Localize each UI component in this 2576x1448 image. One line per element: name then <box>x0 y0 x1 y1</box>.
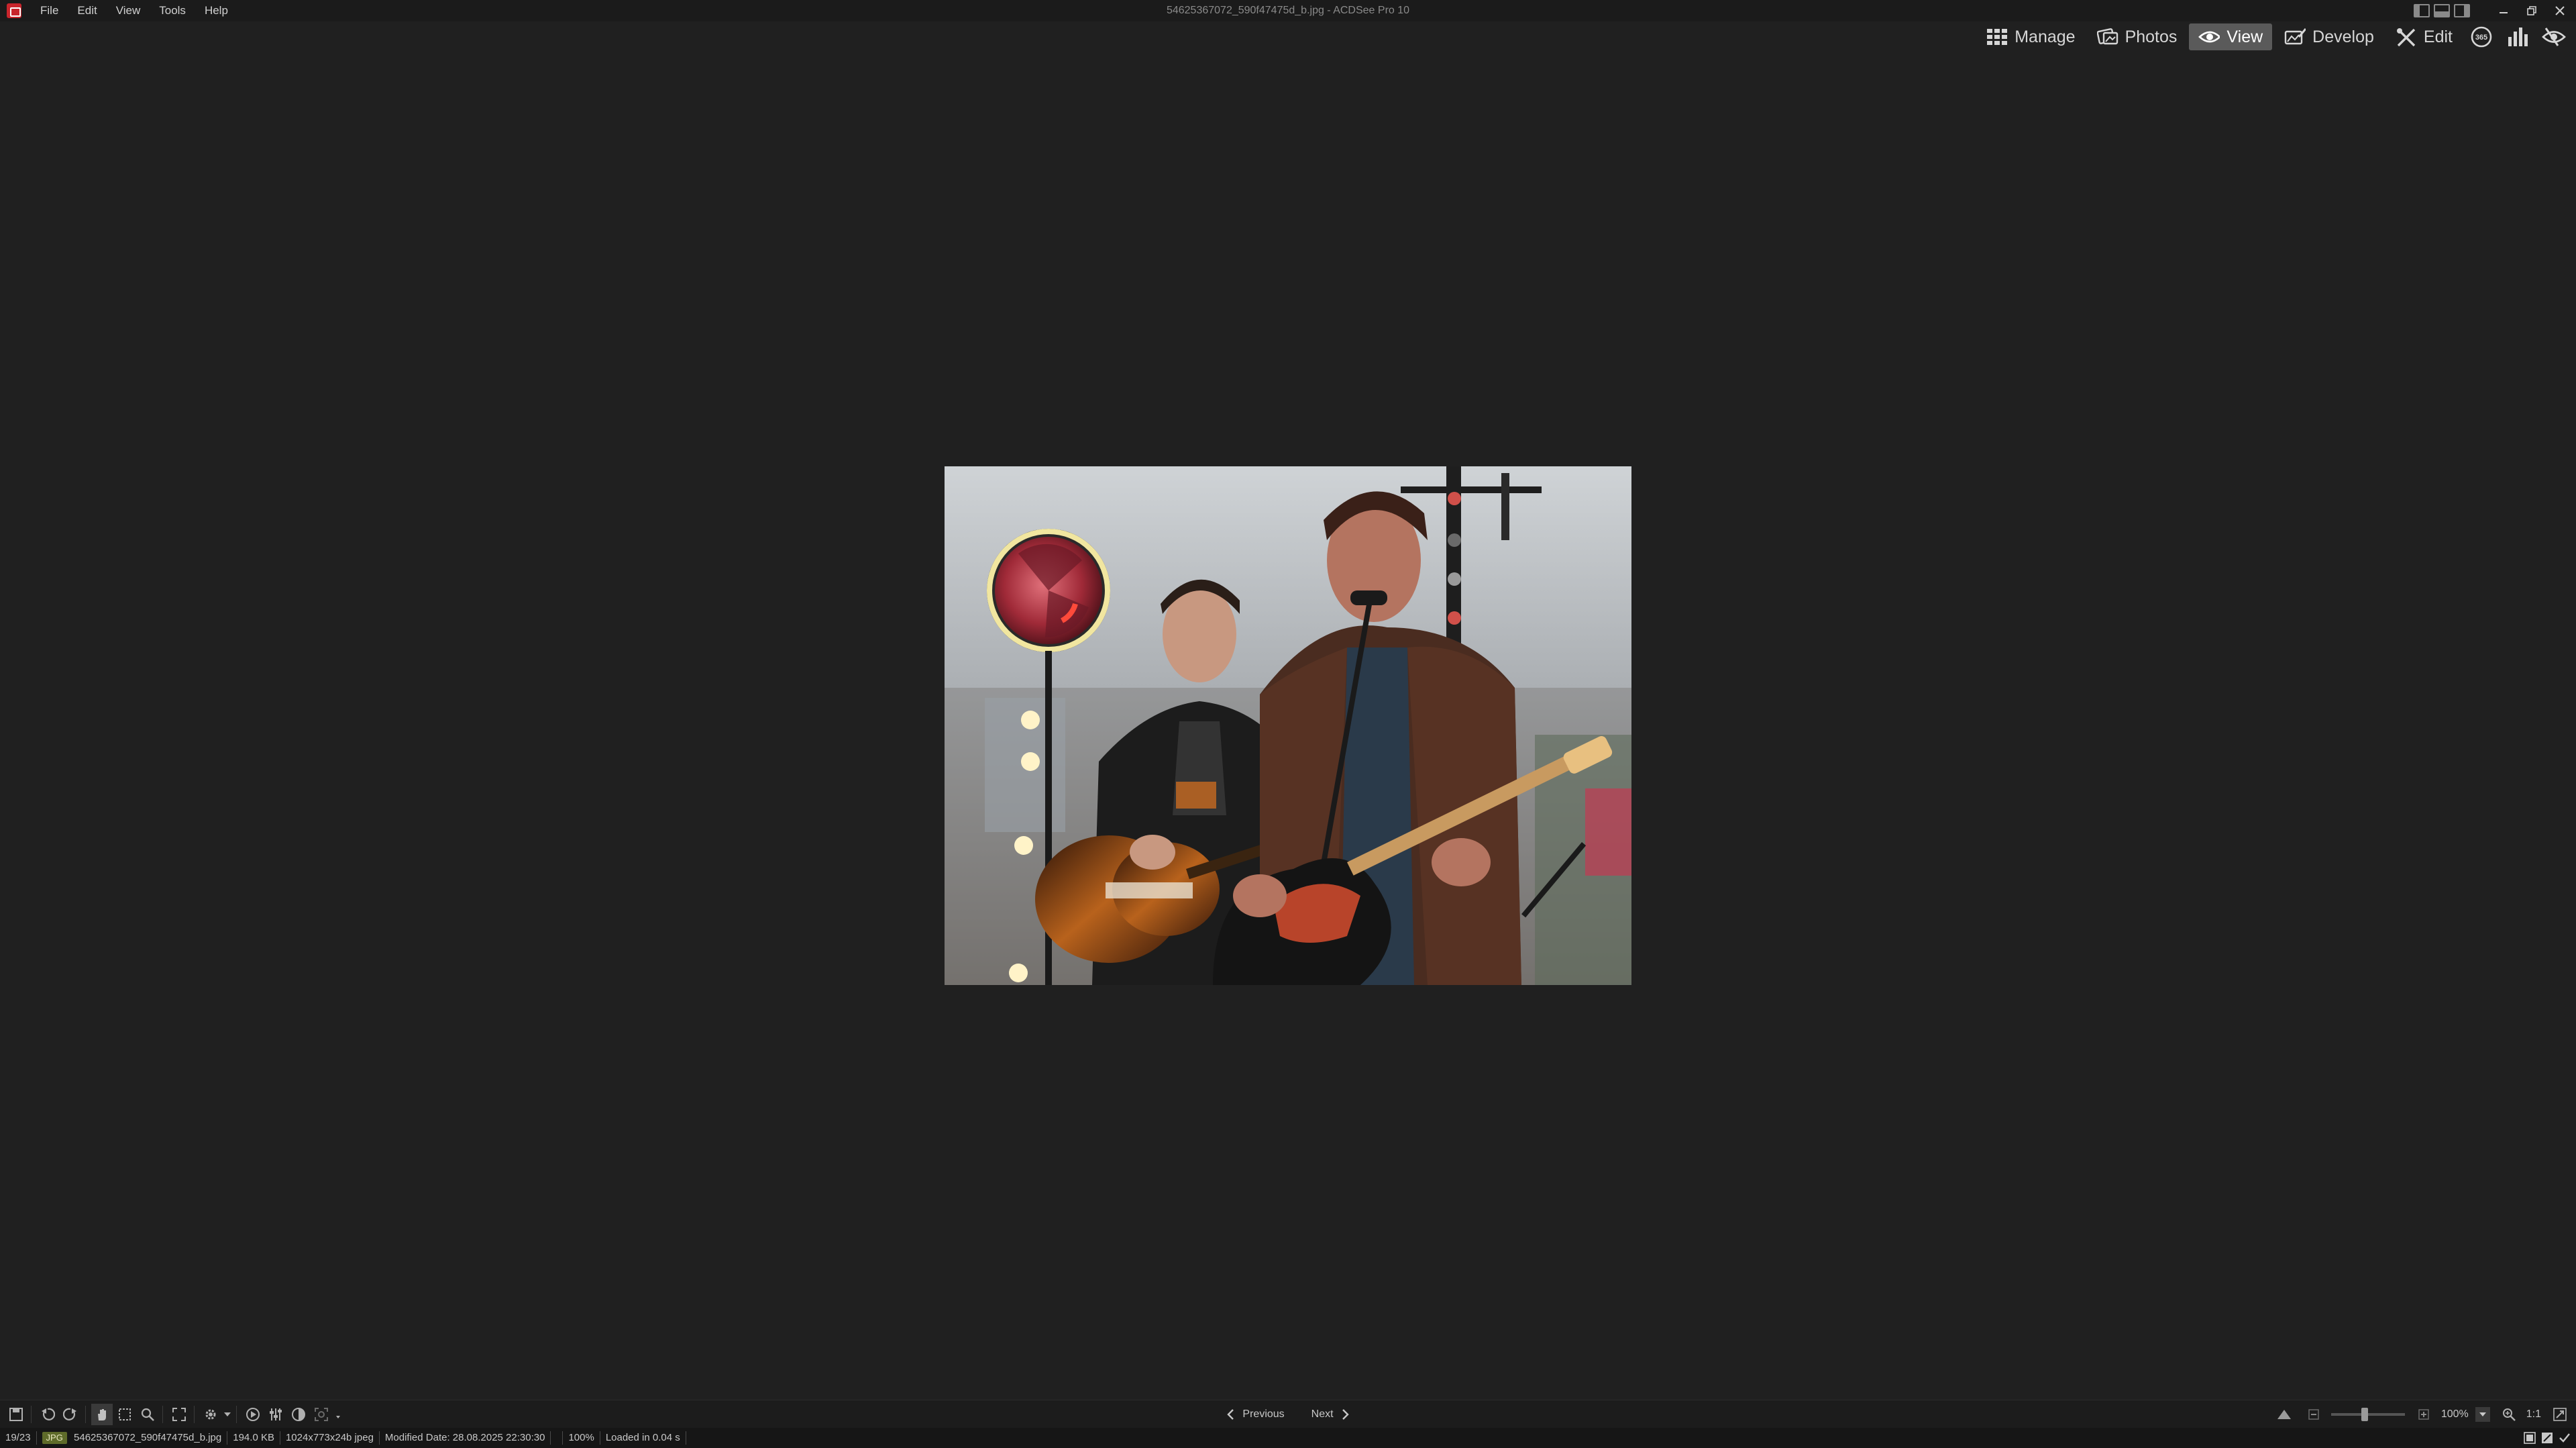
mode-view-label: View <box>2226 27 2263 46</box>
face-detect-icon[interactable] <box>311 1404 332 1425</box>
menu-help[interactable]: Help <box>195 0 237 21</box>
photos-icon <box>2096 28 2118 46</box>
menu-view[interactable]: View <box>107 0 150 21</box>
mode-edit-label: Edit <box>2423 27 2453 46</box>
rotate-right-icon[interactable] <box>60 1404 81 1425</box>
dashboard-button[interactable] <box>2501 23 2534 50</box>
file-info: JPG 54625367072_590f47475d_b.jpg <box>37 1431 228 1445</box>
file-size: 194.0 KB <box>227 1431 280 1445</box>
menu-tools[interactable]: Tools <box>150 0 195 21</box>
mode-manage-button[interactable]: Manage <box>1977 23 2084 50</box>
grid-icon <box>1986 28 2008 46</box>
status-bar: 19/23 JPG 54625367072_590f47475d_b.jpg 1… <box>0 1428 2576 1448</box>
rotate-left-icon[interactable] <box>37 1404 58 1425</box>
develop-icon <box>2284 28 2306 46</box>
acdsee-window: File Edit View Tools Help 54625367072_59… <box>0 0 2576 1448</box>
restore-button[interactable] <box>2520 0 2544 21</box>
mode-edit-button[interactable]: Edit <box>2386 23 2462 50</box>
mode-develop-label: Develop <box>2312 27 2374 46</box>
zoom-value[interactable]: 100% <box>2441 1408 2469 1420</box>
edit-pencil-icon[interactable] <box>2540 1431 2555 1445</box>
zoom-controls: 100% 1:1 <box>2272 1400 2571 1429</box>
navigation-group: Previous Next <box>0 1400 2576 1429</box>
previous-label: Previous <box>1242 1408 1285 1420</box>
adjust-levels-icon[interactable] <box>265 1404 286 1425</box>
mode-view-button[interactable]: View <box>2189 23 2273 50</box>
eye-slash-icon <box>2542 28 2566 46</box>
next-button[interactable]: Next <box>1311 1408 1350 1420</box>
filmstrip-toggle-icon[interactable] <box>2273 1404 2295 1425</box>
toolbar-divider <box>31 1405 32 1423</box>
dashboard-365-button[interactable]: 365 <box>2465 23 2498 50</box>
toolbar-divider <box>194 1405 195 1423</box>
zoom-slider[interactable] <box>2330 1408 2405 1421</box>
photo-image <box>945 466 1631 985</box>
image-dimensions: 1024x773x24b jpeg <box>280 1431 380 1445</box>
minimize-button[interactable] <box>2491 0 2516 21</box>
actual-size-button[interactable]: 1:1 <box>2526 1408 2541 1420</box>
chevron-down-icon[interactable] <box>223 1404 232 1425</box>
acdsee-app-icon[interactable] <box>7 3 21 18</box>
image-viewer[interactable] <box>0 52 2576 1400</box>
modified-date: Modified Date: 28.08.2025 22:30:30 <box>380 1431 551 1445</box>
hand-tool-icon[interactable] <box>91 1403 113 1425</box>
menu-bar: File Edit View Tools Help <box>0 0 2576 21</box>
close-icon <box>2555 6 2565 15</box>
play-slideshow-icon[interactable] <box>242 1404 264 1425</box>
layout-left-panel-icon[interactable] <box>2414 4 2430 17</box>
bottom-toolbar: Previous Next 100% 1:1 <box>0 1400 2576 1428</box>
close-button[interactable] <box>2548 0 2572 21</box>
settings-gear-icon[interactable] <box>200 1404 221 1425</box>
minimize-icon <box>2500 12 2508 13</box>
mode-develop-button[interactable]: Develop <box>2275 23 2383 50</box>
toolbar-divider <box>162 1405 163 1423</box>
filename: 54625367072_590f47475d_b.jpg <box>74 1432 222 1443</box>
previous-button[interactable]: Previous <box>1226 1408 1285 1420</box>
chevron-left-icon <box>1227 1409 1234 1420</box>
magnifier-icon[interactable] <box>2498 1404 2520 1425</box>
mode-manage-label: Manage <box>2015 27 2076 46</box>
fit-image-icon[interactable] <box>2549 1404 2571 1425</box>
zoom-in-icon[interactable] <box>2413 1404 2434 1425</box>
status-spacer <box>551 1431 564 1445</box>
next-label: Next <box>1311 1408 1334 1420</box>
zoom-slider-thumb[interactable] <box>2361 1408 2368 1421</box>
mode-photos-label: Photos <box>2125 27 2178 46</box>
selection-tool-icon[interactable] <box>114 1404 136 1425</box>
format-badge: JPG <box>42 1432 67 1444</box>
layout-bottom-panel-icon[interactable] <box>2434 4 2450 17</box>
status-right-icons <box>2522 1431 2572 1445</box>
edit-tools-icon <box>2396 28 2417 47</box>
mode-photos-button[interactable]: Photos <box>2088 23 2187 50</box>
save-icon[interactable] <box>5 1404 27 1425</box>
zoom-status: 100% <box>563 1431 600 1445</box>
toolbar-divider <box>236 1405 237 1423</box>
full-screen-icon[interactable] <box>168 1404 190 1425</box>
window-controls <box>2414 0 2572 21</box>
restore-icon <box>2527 6 2536 15</box>
hide-show-button[interactable] <box>2537 23 2571 50</box>
zoom-out-icon[interactable] <box>2303 1404 2324 1425</box>
chevron-right-icon <box>1342 1409 1349 1420</box>
exposure-icon[interactable] <box>288 1404 309 1425</box>
file-position: 19/23 <box>0 1431 37 1445</box>
svg-text:365: 365 <box>2475 34 2487 42</box>
metadata-panel-icon[interactable] <box>2522 1431 2537 1445</box>
load-time: Loaded in 0.04 s <box>600 1431 686 1445</box>
bar-chart-icon <box>2508 28 2528 46</box>
mode-bar: Manage Photos View Develop Edit 365 <box>1977 21 2576 52</box>
layout-right-panel-icon[interactable] <box>2454 4 2470 17</box>
overflow-chevron-icon[interactable] <box>333 1404 343 1425</box>
toolbar-divider <box>85 1405 86 1423</box>
chevron-down-icon <box>2479 1412 2486 1416</box>
menu-edit[interactable]: Edit <box>68 0 106 21</box>
365-icon: 365 <box>2471 26 2492 48</box>
checkmark-icon[interactable] <box>2557 1431 2572 1445</box>
zoom-dropdown[interactable] <box>2475 1407 2490 1422</box>
zoom-tool-icon[interactable] <box>137 1404 158 1425</box>
eye-icon <box>2198 28 2220 46</box>
menu-file[interactable]: File <box>31 0 68 21</box>
